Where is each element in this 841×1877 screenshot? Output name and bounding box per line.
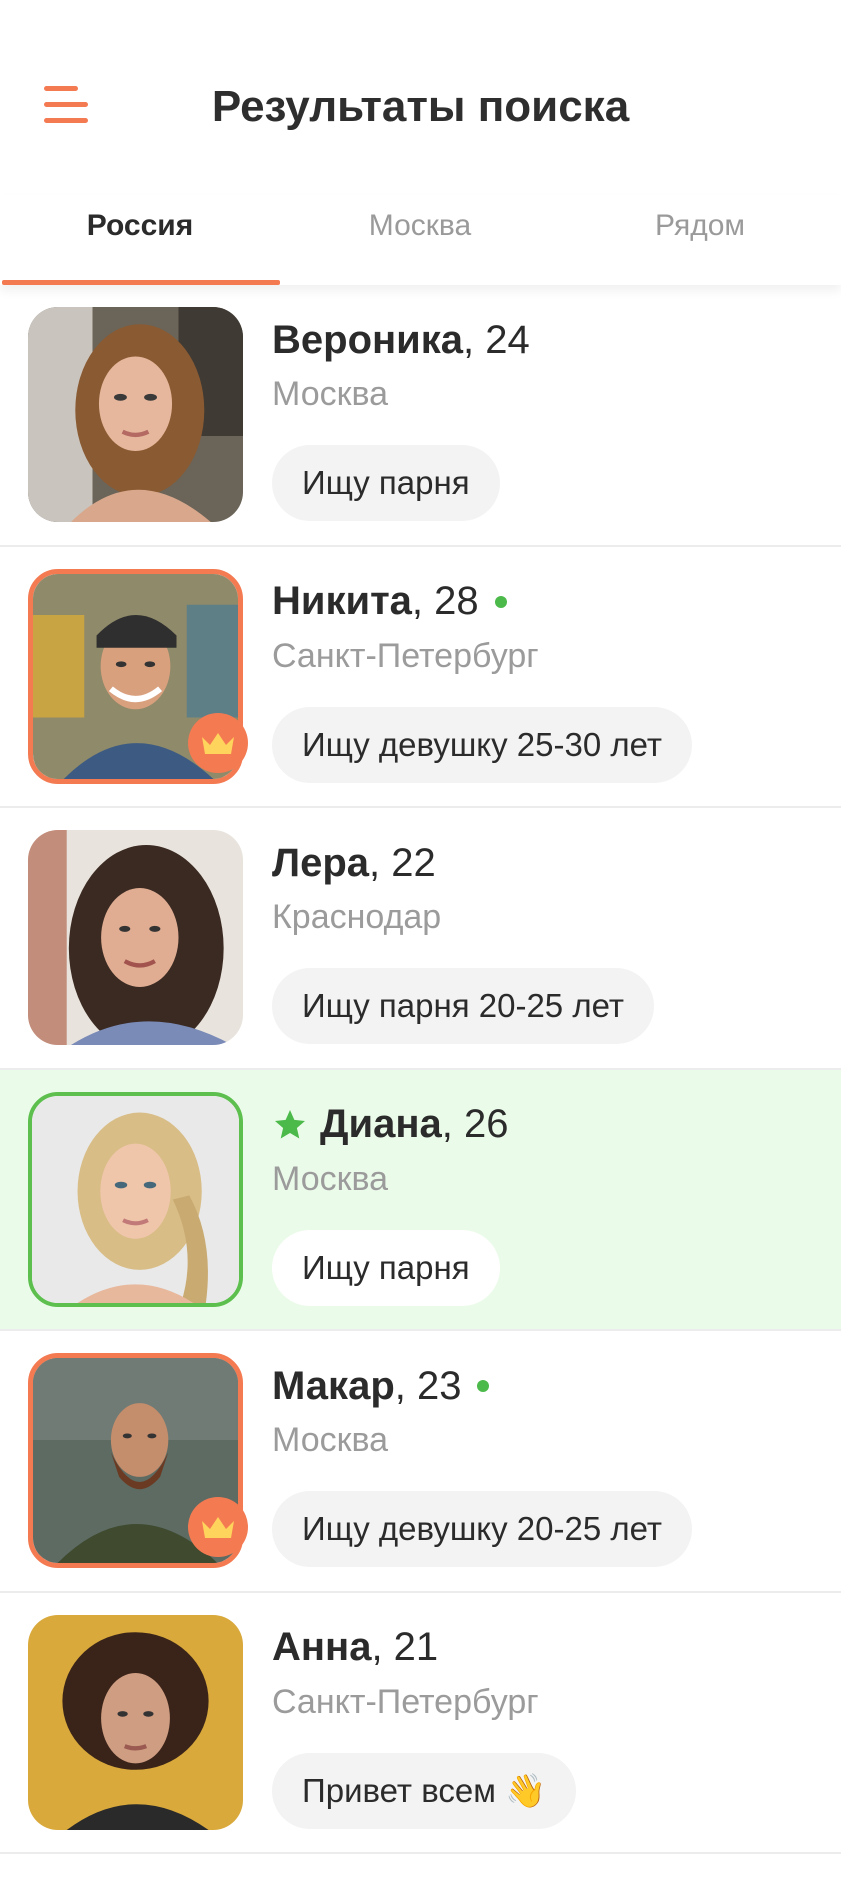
profile-info: Анна, 21 Санкт-Петербург Привет всем 👋 xyxy=(272,1623,577,1829)
status-pill: Ищу парня 20-25 лет xyxy=(272,968,654,1044)
profile-name: Никита xyxy=(272,579,412,623)
premium-crown-icon xyxy=(188,1497,248,1557)
profile-age: , 26 xyxy=(441,1102,509,1146)
profile-card-featured[interactable]: Диана, 26 Москва Ищу парня xyxy=(0,1069,841,1331)
avatar[interactable] xyxy=(28,830,243,1045)
profile-info: Диана, 26 Москва Ищу парня xyxy=(272,1100,508,1306)
avatar[interactable] xyxy=(28,1614,243,1830)
name-line: Макар, 23 xyxy=(272,1361,692,1411)
name-line: Вероника, 24 xyxy=(272,315,530,365)
profile-city: Москва xyxy=(272,1159,389,1198)
profile-age: , 21 xyxy=(371,1625,439,1669)
premium-crown-icon xyxy=(188,712,248,773)
page-title: Результаты поиска xyxy=(211,82,630,131)
profile-card[interactable]: Никита, 28 Санкт-Петербург Ищу девушку 2… xyxy=(0,547,841,808)
profile-card[interactable]: Анна, 21 Санкт-Петербург Привет всем 👋 xyxy=(0,1593,841,1854)
profile-age: , 24 xyxy=(463,317,530,362)
name-line: Никита, 28 xyxy=(272,577,692,627)
profile-card[interactable]: Макар, 23 Москва Ищу девушку 20-25 лет xyxy=(0,1331,841,1593)
online-indicator xyxy=(494,595,507,608)
name-line: Анна, 21 xyxy=(272,1623,576,1673)
active-tab-indicator xyxy=(2,280,280,285)
profile-info: Макар, 23 Москва Ищу девушку 20-25 лет xyxy=(272,1361,692,1567)
profile-age: , 22 xyxy=(369,840,436,885)
tab-russia[interactable]: Россия xyxy=(0,195,280,285)
profile-info: Лера, 22 Краснодар Ищу парня 20-25 лет xyxy=(272,838,654,1044)
avatar[interactable] xyxy=(28,1091,243,1307)
status-pill: Привет всем 👋 xyxy=(272,1752,577,1829)
profile-name: Макар xyxy=(272,1363,395,1408)
profile-name: Диана xyxy=(320,1102,442,1146)
profile-city: Москва xyxy=(272,375,389,413)
app-header: Результаты поиска xyxy=(0,0,841,160)
avatar[interactable] xyxy=(28,307,243,522)
tab-moscow[interactable]: Москва xyxy=(280,195,560,285)
profile-city: Краснодар xyxy=(272,898,442,936)
status-pill: Ищу парня xyxy=(272,445,500,521)
profile-age: , 23 xyxy=(394,1363,462,1408)
status-pill: Ищу девушку 20-25 лет xyxy=(272,1491,692,1567)
profile-age: , 28 xyxy=(411,579,479,623)
profile-info: Вероника, 24 Москва Ищу парня xyxy=(272,315,530,521)
name-line: Диана, 26 xyxy=(272,1100,508,1150)
search-results-list: Вероника, 24 Москва Ищу парня Никита , 2… xyxy=(0,285,841,1854)
profile-card[interactable]: Вероника, 24 Москва Ищу парня xyxy=(0,285,841,547)
status-pill: Ищу парня xyxy=(272,1229,500,1306)
location-tabs: Россия Москва Рядом xyxy=(0,195,841,285)
profile-card[interactable]: Лера, 22 Краснодар Ищу парня 20-25 лет xyxy=(0,808,841,1070)
profile-city: Санкт-Петербург xyxy=(272,1682,539,1721)
tab-nearby[interactable]: Рядом xyxy=(560,195,840,285)
featured-star-icon xyxy=(275,1109,305,1138)
profile-city: Санкт-Петербург xyxy=(272,636,539,675)
profile-city: Москва xyxy=(272,1421,389,1459)
profile-info: Никита, 28 Санкт-Петербург Ищу девушку 2… xyxy=(272,577,692,783)
online-indicator xyxy=(477,1380,490,1392)
status-pill: Ищу девушку 25-30 лет xyxy=(272,706,692,783)
profile-name: Вероника xyxy=(272,317,464,362)
profile-name: Лера xyxy=(272,840,369,885)
profile-name: Анна xyxy=(272,1625,372,1669)
name-line: Лера, 22 xyxy=(272,838,654,888)
